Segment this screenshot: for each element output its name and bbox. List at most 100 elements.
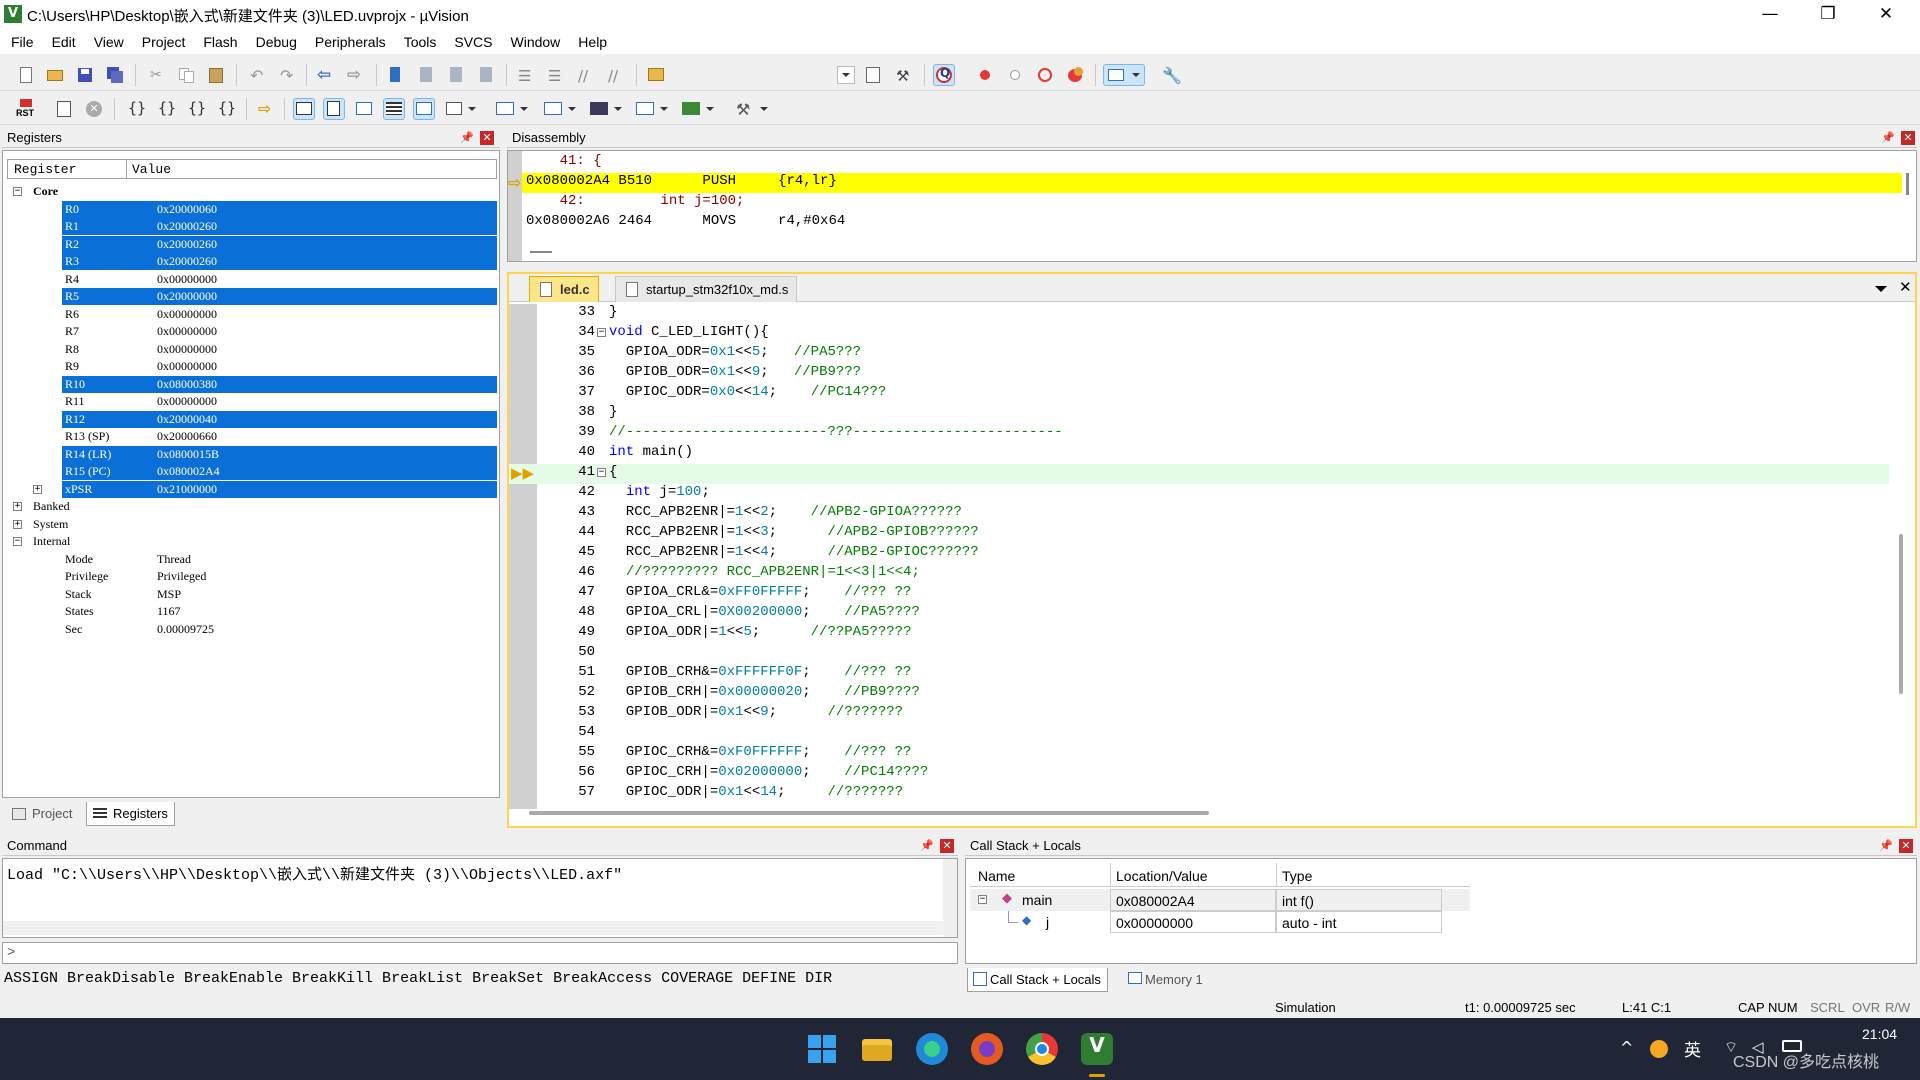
callstack-row-local[interactable]: ◆ j 0x00000000 auto - int (970, 911, 1470, 933)
register-value[interactable]: 0x20000260 (157, 218, 217, 236)
run-to-cursor-icon[interactable]: {} (216, 99, 236, 119)
stop-icon[interactable]: ✕ (84, 99, 104, 119)
close-callstack-icon[interactable]: ✕ (1899, 839, 1913, 853)
register-value[interactable]: 0x20000040 (157, 411, 217, 429)
menu-debug[interactable]: Debug (247, 30, 306, 54)
code-line[interactable]: 57 GPIOC_ODR|=0x1<<14; //??????? (509, 784, 1889, 804)
fold-icon[interactable]: − (597, 468, 606, 477)
register-row[interactable]: R0 0x20000060 (7, 200, 497, 219)
toolbox-dropdown[interactable]: ⚒ (734, 99, 772, 119)
save-all-icon[interactable] (105, 65, 125, 85)
code-line[interactable]: 50 (509, 644, 1889, 664)
tab-memory-1[interactable]: Memory 1 (1123, 968, 1209, 992)
close-tab-icon[interactable]: ✕ (1899, 278, 1912, 296)
pin-icon[interactable]: 📌 (1879, 840, 1893, 852)
start-button-icon[interactable] (806, 1033, 838, 1065)
tray-chevron-icon[interactable]: ^ (1620, 1038, 1633, 1057)
register-row[interactable]: R9 0x00000000 (7, 358, 497, 376)
register-value[interactable]: 0x20000260 (157, 253, 217, 271)
close-registers-panel-icon[interactable]: ✕ (480, 131, 494, 145)
system-viewer-dropdown[interactable] (680, 99, 718, 119)
disasm-source-line[interactable]: 41: { (526, 153, 602, 173)
window-layout-icon[interactable] (1103, 64, 1145, 86)
call-stack-window-icon[interactable] (413, 98, 435, 120)
copy-icon[interactable] (176, 65, 196, 85)
file-explorer-icon[interactable] (861, 1033, 893, 1065)
code-line[interactable]: 39 //------------------------???---------… (509, 424, 1889, 444)
collapse-icon[interactable]: − (978, 895, 987, 904)
register-row[interactable]: R10 0x08000380 (7, 375, 497, 394)
code-line[interactable]: 43 RCC_APB2ENR|=1<<2; //APB2-GPIOA?????? (509, 504, 1889, 524)
register-value[interactable]: 0x00000000 (157, 358, 217, 376)
pin-icon[interactable]: 📌 (1881, 132, 1895, 144)
incremental-find-icon[interactable]: ⚒ (894, 65, 914, 85)
register-row[interactable]: R13 (SP) 0x20000660 (7, 428, 497, 446)
tab-led-c[interactable]: led.c (529, 276, 599, 302)
code-line[interactable]: 53 GPIOB_ODR|=0x1<<9; //??????? (509, 704, 1889, 724)
command-window-icon[interactable] (293, 98, 315, 120)
editor-hscroll[interactable] (529, 811, 1209, 815)
register-group-system[interactable]: + System (7, 516, 497, 534)
code-line[interactable]: 37 GPIOC_ODR=0x0<<14; //PC14??? (509, 384, 1889, 404)
navigate-forward-icon[interactable]: ⇨ (346, 65, 366, 85)
ime-indicator[interactable]: 英 (1684, 1036, 1701, 1061)
menu-peripherals[interactable]: Peripherals (306, 30, 395, 54)
disasm-source-line[interactable]: 42: int j=100; (526, 193, 745, 213)
register-value[interactable]: 0x0800015B (157, 446, 219, 464)
clock-time[interactable]: 21:04 (1862, 1026, 1897, 1042)
analysis-windows-dropdown[interactable] (588, 99, 626, 119)
code-line[interactable]: 48 GPIOA_CRL|=0X00200000; //PA5???? (509, 604, 1889, 624)
menu-file[interactable]: File (2, 30, 43, 54)
code-line[interactable]: 40 int main() (509, 444, 1889, 464)
disassembly-window-icon[interactable] (323, 98, 345, 120)
register-row[interactable]: R11 0x00000000 (7, 393, 497, 411)
register-row[interactable]: R8 0x00000000 (7, 341, 497, 359)
register-group-banked[interactable]: + Banked (7, 498, 497, 516)
collapse-icon[interactable]: − (13, 187, 22, 196)
command-hscroll[interactable] (3, 921, 943, 935)
code-line[interactable]: 35 GPIOA_ODR=0x1<<5; //PA5??? (509, 344, 1889, 364)
memory-windows-dropdown[interactable] (494, 99, 532, 119)
code-line[interactable]: 45 RCC_APB2ENR|=1<<4; //APB2-GPIOC?????? (509, 544, 1889, 564)
show-next-statement-icon[interactable]: ⇨ (256, 99, 276, 119)
internal-row[interactable]: States 1167 (7, 603, 497, 621)
close-disassembly-icon[interactable]: ✕ (1901, 131, 1915, 145)
disasm-instruction[interactable]: 0x080002A4 B510 PUSH {r4,lr} (526, 173, 837, 193)
code-line[interactable]: 33} (509, 304, 1889, 324)
clear-bookmarks-icon[interactable] (476, 65, 496, 85)
register-row[interactable]: R7 0x00000000 (7, 323, 497, 341)
register-row[interactable]: R12 0x20000040 (7, 410, 497, 429)
reset-cpu-button[interactable]: RST (14, 99, 38, 119)
register-row[interactable]: R4 0x00000000 (7, 271, 497, 289)
code-line[interactable]: ▶▶ 41−{ (509, 464, 1889, 484)
code-line[interactable]: 47 GPIOA_CRL&=0xFF0FFFFF; //??? ?? (509, 584, 1889, 604)
minimize-button[interactable]: — (1742, 0, 1798, 30)
register-value[interactable]: 0x00000000 (157, 271, 217, 289)
register-value[interactable]: 0x20000660 (157, 428, 217, 446)
name-column[interactable]: Name (978, 868, 1015, 884)
step-out-icon[interactable]: {} (186, 99, 206, 119)
code-line[interactable]: 42 int j=100; (509, 484, 1889, 504)
disable-breakpoints-icon[interactable] (1035, 65, 1055, 85)
internal-row[interactable]: Sec 0.00009725 (7, 621, 497, 639)
insert-breakpoint-icon[interactable] (975, 65, 995, 85)
menu-edit[interactable]: Edit (43, 30, 85, 54)
menu-project[interactable]: Project (133, 30, 195, 54)
register-row[interactable]: R5 0x20000000 (7, 288, 497, 306)
redo-icon[interactable]: ↷ (277, 65, 297, 85)
fold-icon[interactable]: − (597, 328, 606, 337)
menu-window[interactable]: Window (502, 30, 570, 54)
expand-icon[interactable]: + (13, 519, 22, 529)
register-value[interactable]: 0x00000000 (157, 306, 217, 324)
location-column[interactable]: Location/Value (1116, 868, 1208, 884)
register-value[interactable]: 0x20000000 (157, 288, 217, 306)
uvision-taskbar-icon[interactable]: V (1081, 1033, 1113, 1065)
register-value[interactable]: 0x00000000 (157, 323, 217, 341)
code-line[interactable]: 49 GPIOA_ODR|=1<<5; //??PA5????? (509, 624, 1889, 644)
local-value[interactable]: 0x00000000 (1110, 911, 1276, 933)
expand-icon[interactable]: + (13, 502, 22, 511)
register-row[interactable]: R1 0x20000260 (7, 218, 497, 236)
core-group[interactable]: − Core (7, 183, 497, 201)
internal-row[interactable]: Mode Thread (7, 551, 497, 569)
register-value[interactable]: 0x00000000 (157, 393, 217, 411)
